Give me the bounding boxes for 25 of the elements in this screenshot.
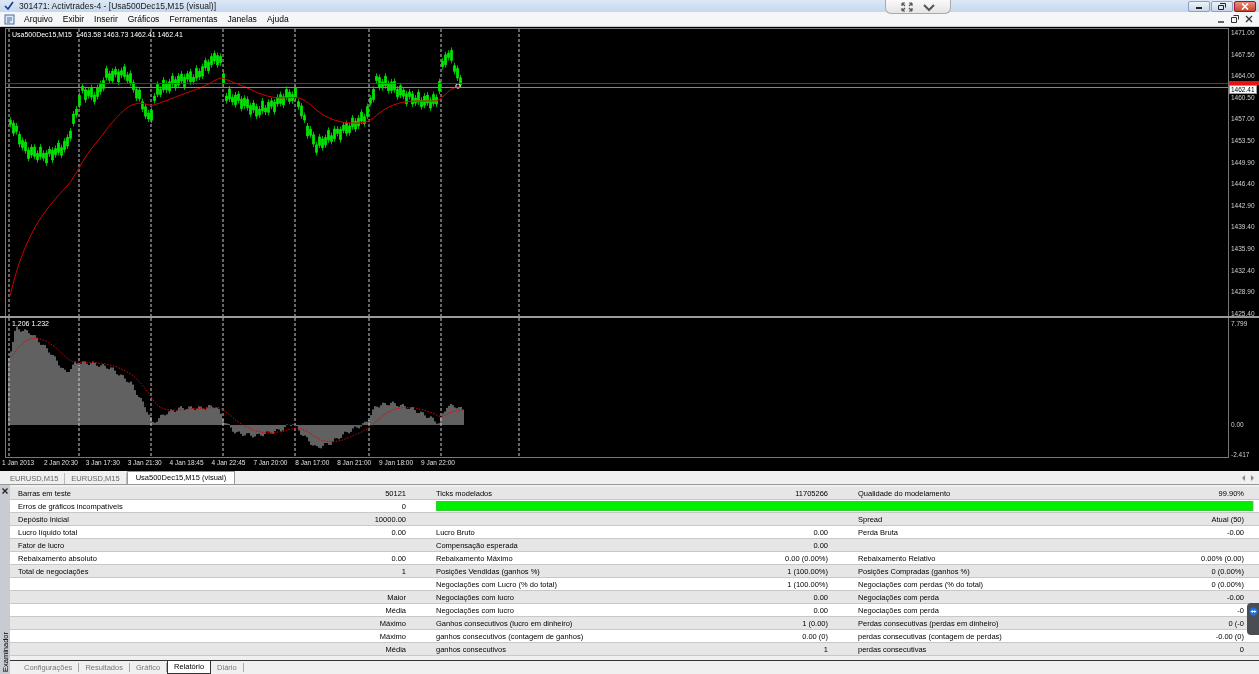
close-icon[interactable]	[1244, 14, 1254, 24]
remote-widget[interactable]	[1247, 603, 1259, 635]
window-title: 301471: Activtrades-4 - [Usa500Dec15,M15 (visual)]	[19, 1, 216, 11]
toolbar-handle[interactable]	[885, 0, 951, 14]
menu-item[interactable]: Janelas	[223, 14, 263, 24]
restore-icon[interactable]	[1230, 14, 1240, 24]
restore-button[interactable]	[1211, 0, 1233, 12]
price-marker	[1229, 81, 1259, 85]
close-button[interactable]	[1234, 0, 1256, 12]
menu-item[interactable]: Ferramentas	[165, 14, 224, 24]
menu-item[interactable]: Inserir	[90, 14, 124, 24]
scroll-arrows-icon[interactable]	[1241, 474, 1255, 482]
remote-control-icon[interactable]	[1248, 607, 1258, 616]
close-icon[interactable]	[1, 487, 9, 495]
expand-icon[interactable]	[901, 1, 913, 12]
restore-icon	[1218, 2, 1226, 10]
check-icon	[4, 1, 14, 11]
close-icon	[1241, 2, 1249, 10]
chevron-down-icon[interactable]	[923, 1, 935, 12]
menu-item[interactable]: Arquivo	[20, 14, 59, 24]
menu-item[interactable]: Gráficos	[123, 14, 166, 24]
minimize-button[interactable]	[1188, 0, 1210, 12]
menu-item[interactable]: Exibir	[58, 14, 91, 24]
document-icon[interactable]	[4, 13, 16, 25]
menu-item[interactable]: Ajuda	[262, 14, 295, 24]
